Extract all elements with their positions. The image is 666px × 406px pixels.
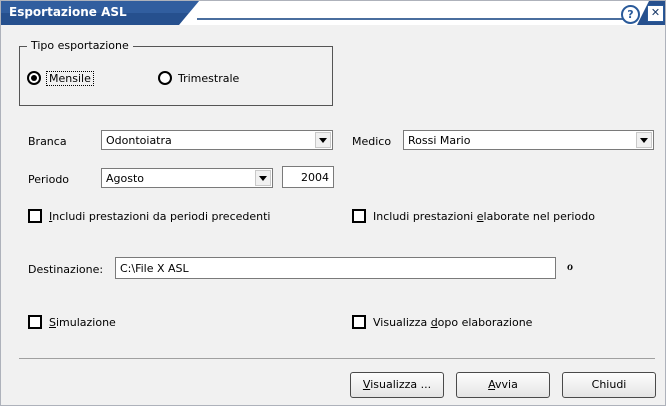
medico-dropdown[interactable]: Rossi Mario [403,130,654,150]
visualizza-button[interactable]: Visualizza ... [350,372,444,398]
destinazione-input[interactable]: C:\File X ASL [115,257,556,279]
check-includi-precedenti-label: Includi prestazioni da periodi precedent… [49,209,271,223]
checkbox-icon [28,209,42,223]
folder-browse-icon[interactable]: ℴ [567,259,573,274]
avvia-button[interactable]: Avvia [456,372,550,398]
check-includi-precedenti[interactable]: Includi prestazioni da periodi precedent… [28,209,270,223]
radio-selected-icon [27,71,41,85]
radio-unselected-icon [158,71,172,85]
chevron-down-icon[interactable] [636,132,652,148]
check-visualizza-dopo-label: Visualizza dopo elaborazione [373,315,533,329]
periodo-year-input[interactable]: 2004 [282,166,334,188]
checkbox-icon [352,209,366,223]
separator-line [19,358,655,359]
check-simulazione-label: Simulazione [49,315,116,329]
chevron-down-icon[interactable] [255,170,271,186]
branca-label: Branca [28,135,67,148]
medico-value: Rossi Mario [408,134,471,147]
help-icon[interactable]: ? [621,5,640,24]
destinazione-label: Destinazione: [28,263,104,276]
check-simulazione[interactable]: Simulazione [28,315,116,329]
close-icon[interactable]: ✕ [647,5,664,22]
title-bar: Esportazione ASL ? ✕ [1,1,665,25]
check-visualizza-dopo[interactable]: Visualizza dopo elaborazione [352,315,532,329]
title-line [197,18,637,20]
checkbox-icon [352,315,366,329]
dialog-window: Esportazione ASL ? ✕ Tipo esportazione M… [0,0,666,406]
branca-dropdown[interactable]: Odontoiatra [101,130,333,150]
branca-value: Odontoiatra [106,134,172,147]
chiudi-button[interactable]: Chiudi [562,372,656,398]
periodo-label: Periodo [28,173,70,186]
periodo-month-dropdown[interactable]: Agosto [101,168,273,188]
periodo-year-value: 2004 [301,171,329,184]
radio-mensile[interactable]: Mensile [27,70,94,86]
radio-mensile-label: Mensile [46,70,94,86]
medico-label: Medico [352,135,392,148]
check-includi-elaborate[interactable]: Includi prestazioni elaborate nel period… [352,209,595,223]
radio-trimestrale[interactable]: Trimestrale [158,71,239,85]
checkbox-icon [28,315,42,329]
radio-trimestrale-label: Trimestrale [178,71,240,85]
chevron-down-icon[interactable] [315,132,331,148]
destinazione-value: C:\File X ASL [120,262,189,275]
check-includi-elaborate-label: Includi prestazioni elaborate nel period… [373,209,595,223]
window-title: Esportazione ASL [9,5,127,19]
export-type-legend: Tipo esportazione [27,39,133,52]
periodo-month-value: Agosto [106,172,145,185]
